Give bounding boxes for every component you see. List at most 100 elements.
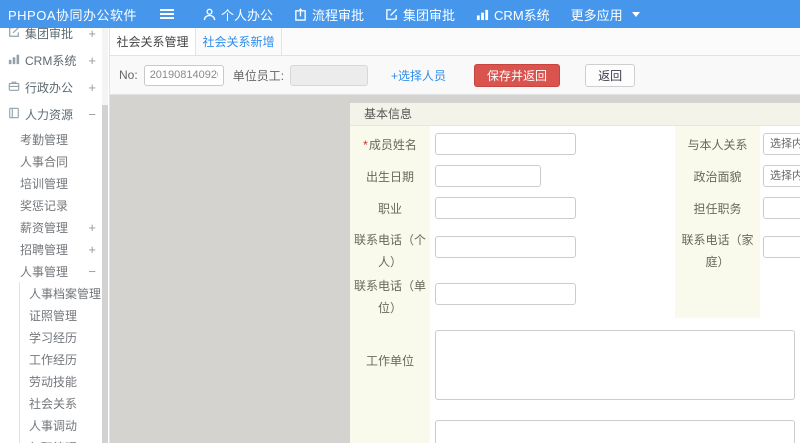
sidebar-item-work-experience[interactable]: 工作经历 [20,348,109,370]
no-input[interactable] [143,64,224,86]
sidebar-item-label: 考勤管理 [20,132,69,147]
expand-toggle[interactable]: + [88,53,96,68]
nav-item-label: 集团审批 [403,7,456,23]
member-name-input[interactable] [435,133,576,155]
nav-item-more-apps[interactable]: 更多应用 [571,5,640,24]
sidebar: 集团审批 + CRM系统 + 行政办公 + 人力资源 − 考勤管理 人事合同 培… [0,28,110,443]
position-input[interactable] [763,197,800,219]
collapse-toggle[interactable]: − [88,107,96,122]
sidebar-item-salary[interactable]: 薪资管理 + [0,216,109,238]
nav-item-label: 流程审批 [312,7,365,23]
sidebar-item-label: 薪资管理 [20,220,69,235]
sidebar-item-personnel[interactable]: 人事管理 − [0,260,109,282]
birth-date-label: 出生日期 [365,170,414,184]
birth-date-input[interactable] [435,165,541,187]
basic-info-panel: 基本信息 *成员姓名 出生日期 职业 联系电话（个 人） 联系电话（单 位） 工… [350,103,800,443]
sidebar-item-label: 学习经历 [29,330,78,345]
employee-input[interactable] [290,64,369,86]
sidebar-item-labor-skills[interactable]: 劳动技能 [20,370,109,392]
sidebar-item-label: 行政办公 [25,81,74,95]
sidebar-item-label: 人事调动 [29,418,78,433]
tab-social-relations-new[interactable]: 社会关系新增 [196,28,282,55]
tab-label: 社会关系管理 [116,35,189,49]
app-logo: PHPOA协同办公软件 [8,7,138,23]
nav-item-personal-office[interactable]: 个人办公 [203,5,273,24]
sidebar-item-label: 工作经历 [29,352,78,367]
back-button[interactable]: 返回 [585,63,636,87]
political-select[interactable]: 选择内容 [763,165,800,187]
edit-icon [8,28,20,41]
sidebar-item-label: CRM系统 [25,54,77,68]
sidebar-item-crm[interactable]: CRM系统 + [0,47,109,74]
sidebar-item-label: 人力资源 [25,108,74,122]
sidebar-submenu-personnel: 人事档案管理 证照管理 学习经历 工作经历 劳动技能 社会关系 人事调动 复职管… [19,282,109,443]
form-toolbar: No: 单位员工: +选择人员 保存并返回 返回 [110,56,800,95]
phone-personal-label: 联系电话（个 人） [353,233,426,269]
sidebar-item-label: 招聘管理 [20,242,69,257]
sidebar-item-personnel-files[interactable]: 人事档案管理 [20,282,109,304]
phone-personal-input[interactable] [435,236,576,258]
sidebar-item-attendance[interactable]: 考勤管理 [0,128,109,150]
sidebar-item-label: 人事档案管理 [29,286,102,301]
occupation-label: 职业 [377,202,402,216]
phone-work-label: 联系电话（单 位） [353,279,426,315]
next-field-textarea[interactable] [435,420,795,443]
sidebar-item-recruit[interactable]: 招聘管理 + [0,238,109,260]
sidebar-item-education[interactable]: 学习经历 [20,326,109,348]
flow-icon [294,7,307,21]
sidebar-item-label: 人事合同 [20,154,69,169]
section-title: 基本信息 [350,103,800,126]
sidebar-item-training[interactable]: 培训管理 [0,172,109,194]
sidebar-scrollbar-track[interactable] [102,28,108,443]
sidebar-item-label: 奖惩记录 [20,198,69,213]
occupation-input[interactable] [435,197,576,219]
sidebar-scrollbar-thumb[interactable] [102,105,108,443]
sidebar-item-rewards[interactable]: 奖惩记录 [0,194,109,216]
collapse-toggle[interactable]: − [88,264,96,279]
app-window: PHPOA协同办公软件 个人办公 流程审批 集团审批 CRM系统 更多应用 集团… [0,0,800,443]
work-unit-label: 工作单位 [365,354,414,368]
sidebar-item-label: 社会关系 [29,396,78,411]
user-icon [203,8,216,21]
chart-icon [476,8,489,21]
sidebar-item-certificates[interactable]: 证照管理 [20,304,109,326]
expand-toggle[interactable]: + [88,80,96,95]
caret-down-icon [631,11,640,17]
sidebar-item-label: 劳动技能 [29,374,78,389]
tab-social-relations-manage[interactable]: 社会关系管理 [110,28,196,55]
sidebar-item-group-approval[interactable]: 集团审批 + [0,28,109,47]
select-person-link[interactable]: +选择人员 [391,67,446,84]
expand-toggle[interactable]: + [88,242,96,257]
employee-label: 单位员工: [232,68,285,83]
nav-item-crm[interactable]: CRM系统 [476,5,550,24]
phone-home-input[interactable] [763,236,800,258]
required-asterisk: * [363,138,368,152]
expand-toggle[interactable]: + [88,28,96,41]
sidebar-item-hr-contract[interactable]: 人事合同 [0,150,109,172]
sidebar-toggle-button[interactable] [152,8,182,20]
sidebar-item-reinstatement[interactable]: 复职管理 [20,436,109,443]
nav-item-label: 更多应用 [570,7,623,23]
edit-icon [385,8,398,21]
work-unit-textarea[interactable] [435,330,795,400]
sidebar-item-label: 人事管理 [20,264,69,279]
phone-work-input[interactable] [435,283,576,305]
tab-label: 社会关系新增 [202,35,275,49]
relation-select[interactable]: 选择内容 [763,133,800,155]
nav-item-label: CRM系统 [494,7,550,23]
save-and-return-button[interactable]: 保存并返回 [474,63,561,87]
nav-item-process-approval[interactable]: 流程审批 [294,5,364,24]
sidebar-item-admin-office[interactable]: 行政办公 + [0,74,109,101]
sidebar-item-social-relations[interactable]: 社会关系 [20,392,109,414]
sidebar-item-label: 集团审批 [25,28,74,41]
sidebar-item-personnel-transfer[interactable]: 人事调动 [20,414,109,436]
hamburger-icon [160,8,174,20]
nav-item-group-approval[interactable]: 集团审批 [385,5,455,24]
book-icon [8,107,20,122]
phone-home-label: 联系电话（家 庭） [681,233,754,269]
expand-toggle[interactable]: + [88,220,96,235]
sidebar-item-label: 复职管理 [29,439,77,443]
briefcase-icon [8,80,20,95]
sidebar-menu: 集团审批 + CRM系统 + 行政办公 + 人力资源 − 考勤管理 人事合同 培… [0,28,109,443]
sidebar-item-hr[interactable]: 人力资源 − [0,101,109,128]
